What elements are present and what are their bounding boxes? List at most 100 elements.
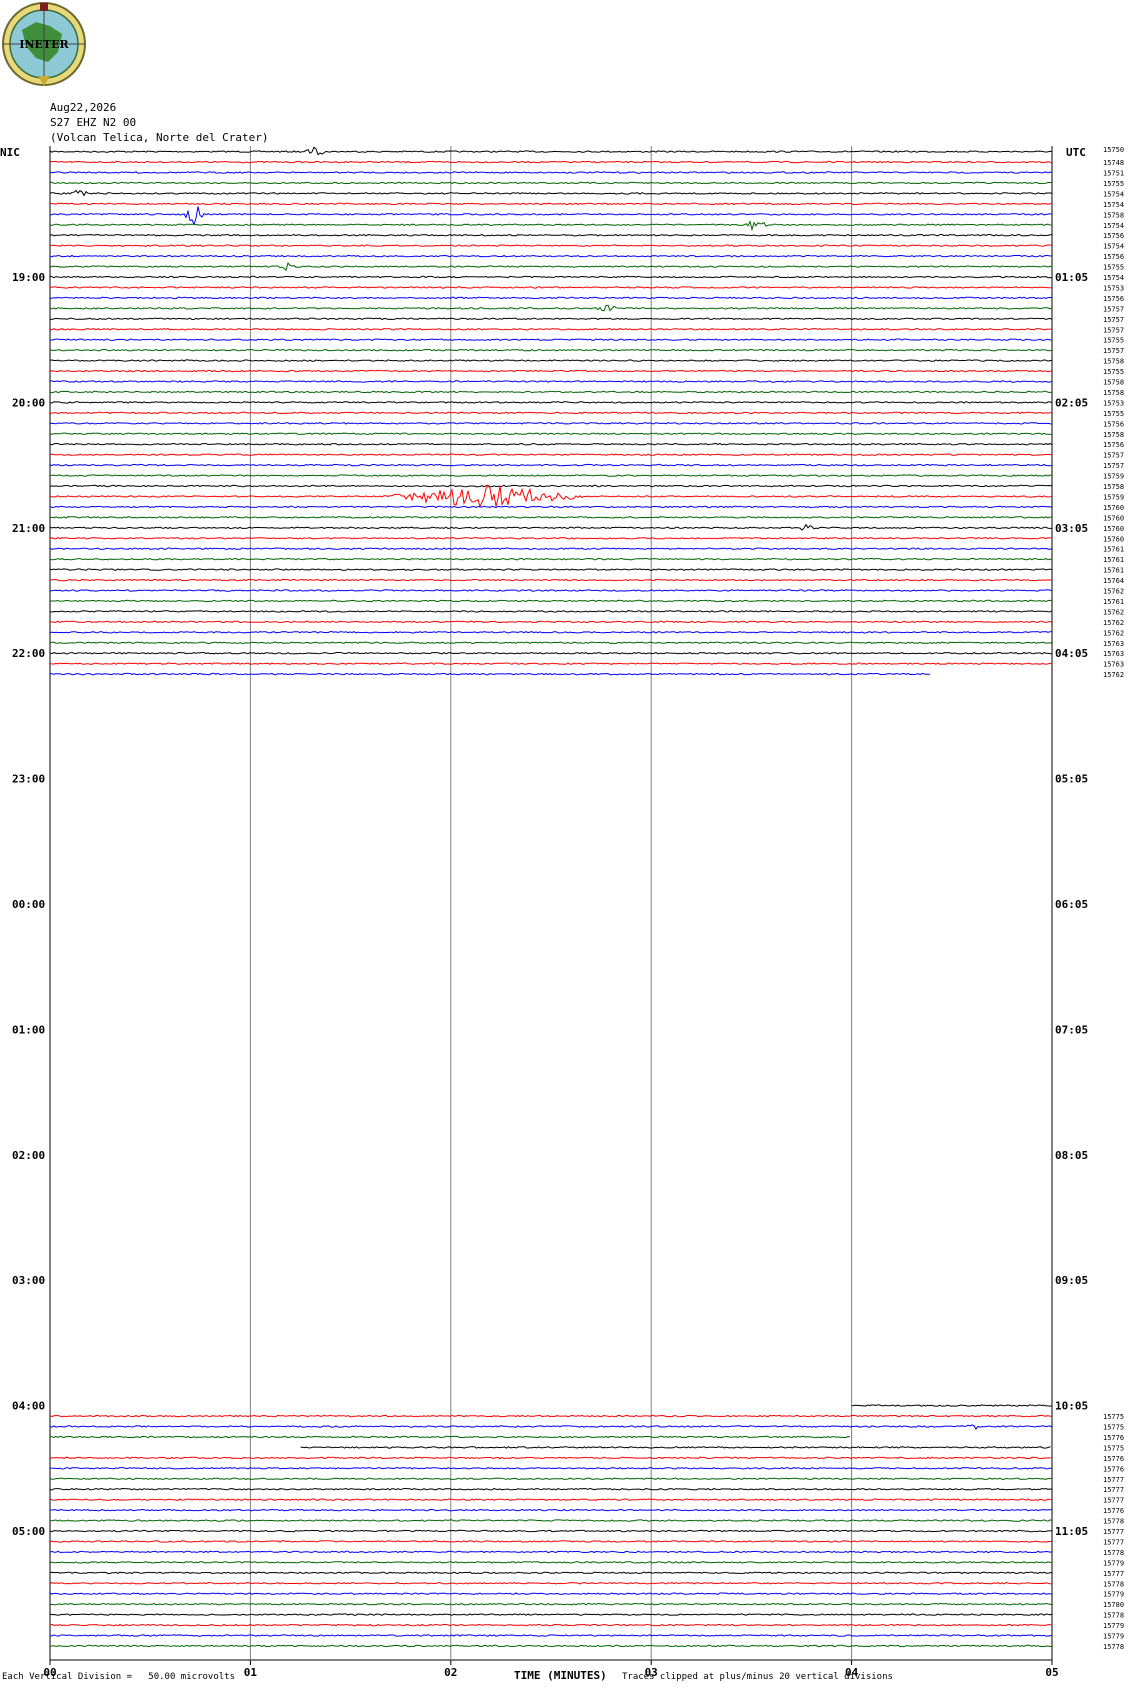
left-hour-label: 23:00	[12, 773, 45, 786]
seismogram-plot: 00 01 02 03 04 0519:00 01:0520:00 02:0521:00 03:…	[12, 146, 1124, 1679]
trace-count-label: 15763	[1103, 640, 1124, 648]
trace-count-label: 15754	[1103, 243, 1124, 251]
seismic-trace	[49, 1477, 1053, 1480]
trace-count-label: 15779	[1103, 1633, 1124, 1641]
seismic-trace	[49, 453, 1053, 456]
trace-count-label: 15776	[1103, 1465, 1124, 1473]
seismic-trace	[49, 328, 1053, 331]
seismic-trace	[49, 422, 1053, 425]
trace-count-label: 15777	[1103, 1528, 1124, 1536]
seismic-trace	[49, 244, 1053, 247]
seismic-trace	[49, 1623, 1053, 1627]
seismic-trace	[49, 1644, 1053, 1648]
right-hour-label: 08:05	[1055, 1149, 1088, 1162]
seismic-trace	[49, 1487, 1053, 1491]
trace-count-label: 15757	[1103, 326, 1124, 334]
seismic-trace	[49, 1529, 1053, 1533]
seismic-trace	[49, 578, 1053, 582]
trace-count-label: 15776	[1103, 1507, 1124, 1515]
trace-count-label: 15762	[1103, 588, 1124, 596]
trace-count-label: 15755	[1103, 410, 1124, 418]
trace-count-label: 15760	[1103, 514, 1124, 522]
trace-count-label: 15762	[1103, 608, 1124, 616]
seismic-trace	[49, 641, 1053, 644]
trace-count-label: 15762	[1103, 629, 1124, 637]
left-hour-label: 01:00	[12, 1023, 45, 1036]
seismic-trace	[49, 261, 1053, 272]
seismic-trace	[49, 1414, 1052, 1418]
right-hour-label: 04:05	[1055, 647, 1088, 660]
trace-count-label: 15779	[1103, 1591, 1124, 1599]
trace-count-label: 15758	[1103, 483, 1124, 491]
trace-count-label: 15775	[1103, 1424, 1124, 1432]
right-hour-label: 01:05	[1055, 271, 1088, 284]
trace-count-label: 15777	[1103, 1476, 1124, 1484]
trace-count-label: 15755	[1103, 264, 1124, 272]
seismic-trace	[49, 1456, 1053, 1460]
trace-count-label: 15755	[1103, 180, 1124, 188]
trace-count-label: 15755	[1103, 368, 1124, 376]
seismic-trace	[49, 1550, 1053, 1554]
trace-count-label: 15759	[1103, 493, 1124, 501]
trace-count-label: 15761	[1103, 567, 1124, 575]
seismic-trace	[49, 589, 1053, 592]
seismic-trace	[49, 1540, 1053, 1543]
trace-count-label: 15763	[1103, 650, 1124, 658]
right-hour-label: 02:05	[1055, 396, 1088, 409]
seismic-trace	[49, 1602, 1053, 1606]
trace-count-label: 15760	[1103, 525, 1124, 533]
left-hour-label: 00:00	[12, 898, 45, 911]
left-hour-label: 05:00	[12, 1525, 45, 1538]
trace-count-label: 15776	[1103, 1434, 1124, 1442]
trace-count-label: 15760	[1103, 504, 1124, 512]
trace-count-label: 15753	[1103, 284, 1124, 292]
x-tick-label: 02	[444, 1666, 457, 1679]
trace-count-label: 15763	[1103, 661, 1124, 669]
trace-count-label: 15761	[1103, 556, 1124, 564]
trace-count-label: 15751	[1103, 170, 1124, 178]
trace-count-label: 15756	[1103, 295, 1124, 303]
trace-count-label: 15778	[1103, 1612, 1124, 1620]
seismic-trace	[50, 599, 1053, 603]
seismic-trace	[49, 1424, 1053, 1431]
seismic-trace	[49, 1634, 1053, 1637]
seismic-trace	[49, 171, 1053, 174]
seismic-trace	[49, 369, 1053, 373]
trace-count-label: 15756	[1103, 441, 1124, 449]
seismic-trace	[49, 463, 1053, 467]
seismic-trace	[49, 254, 1053, 258]
x-axis-label: TIME (MINUTES)	[514, 1669, 607, 1682]
trace-count-label: 15753	[1103, 399, 1124, 407]
seismic-trace	[49, 348, 1053, 352]
trace-count-label: 15758	[1103, 389, 1124, 397]
clip-note: Traces clipped at plus/minus 20 vertical…	[622, 1672, 893, 1682]
trace-count-label: 15754	[1103, 190, 1124, 198]
seismic-trace	[49, 651, 1053, 655]
top-right-marker: 15750	[1103, 146, 1124, 154]
seismic-trace	[49, 401, 1053, 404]
x-tick-label: 05	[1045, 1666, 1058, 1679]
seismic-trace	[49, 296, 1053, 300]
seismic-trace	[49, 568, 1053, 571]
right-hour-label: 05:05	[1055, 773, 1088, 786]
seismic-trace	[49, 160, 1053, 164]
seismic-trace	[49, 474, 1053, 477]
seismic-trace	[49, 1498, 1053, 1501]
seismic-trace	[49, 1592, 1053, 1595]
seismic-trace	[50, 206, 1053, 226]
trace-count-label: 15776	[1103, 1455, 1124, 1463]
scale-note: Each Vertical Division = 50.00 microvolt…	[2, 1672, 235, 1682]
trace-count-label: 15757	[1103, 347, 1124, 355]
trace-count-label: 15756	[1103, 232, 1124, 240]
seismic-trace	[49, 275, 1052, 279]
trace-count-label: 15779	[1103, 1622, 1124, 1630]
trace-count-label: 15778	[1103, 1549, 1124, 1557]
trace-count-label: 15756	[1103, 253, 1124, 261]
seismic-trace	[49, 359, 1053, 362]
seismic-trace	[49, 484, 1053, 508]
x-tick-label: 01	[244, 1666, 258, 1679]
seismic-trace	[49, 631, 1053, 634]
seismic-trace	[49, 1582, 1053, 1585]
left-hour-label: 21:00	[12, 522, 45, 535]
trace-count-label: 15754	[1103, 201, 1124, 209]
